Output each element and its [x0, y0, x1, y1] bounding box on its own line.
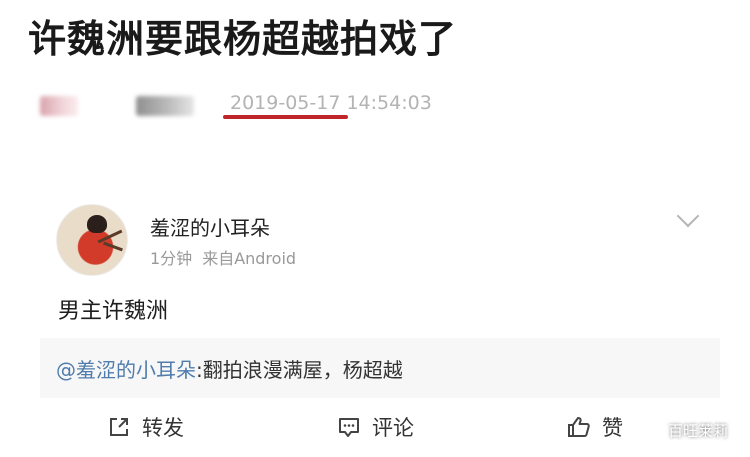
watermark-text: 百旺莱莉	[667, 422, 728, 440]
comment-icon	[339, 418, 359, 437]
article-headline: 许魏洲要跟杨超越拍戏了	[28, 17, 458, 61]
quoted-text: @羞涩的小耳朵:翻拍浪漫满屋，杨超越	[56, 354, 403, 383]
quoted-post[interactable]: @羞涩的小耳朵:翻拍浪漫满屋，杨超越	[40, 338, 720, 398]
watermark: 百旺莱莉	[640, 420, 728, 441]
post-username[interactable]: 羞涩的小耳朵	[150, 212, 270, 241]
thumbs-up-icon	[568, 417, 590, 437]
redacted-source	[136, 96, 194, 116]
comment-button[interactable]: 评论	[336, 412, 414, 442]
weibo-post-card: 羞涩的小耳朵 1分钟 来自Android 男主许魏洲 @羞涩的小耳朵:翻拍浪漫满屋…	[40, 190, 730, 457]
post-text: 男主许魏洲	[58, 299, 169, 324]
comment-label: 评论	[372, 416, 414, 440]
forward-label: 转发	[142, 416, 184, 440]
chevron-down-icon[interactable]	[676, 204, 700, 228]
timestamp: 2019-05-17 14:54:03	[230, 92, 432, 114]
like-button[interactable]: 赞	[566, 412, 623, 442]
wechat-icon	[640, 422, 662, 438]
mention-link[interactable]: @羞涩的小耳朵	[56, 358, 196, 382]
post-time: 1分钟	[150, 249, 193, 268]
quote-body: :翻拍浪漫满屋，杨超越	[196, 358, 403, 382]
forward-icon	[110, 418, 128, 436]
avatar[interactable]	[56, 204, 128, 276]
post-actions: 转发 评论 赞	[40, 408, 730, 448]
forward-button[interactable]: 转发	[106, 412, 184, 442]
post-source: 来自Android	[202, 249, 297, 268]
like-label: 赞	[602, 416, 623, 440]
timestamp-underline	[223, 115, 348, 119]
post-subline: 1分钟 来自Android	[150, 245, 296, 269]
redacted-author	[40, 96, 78, 116]
